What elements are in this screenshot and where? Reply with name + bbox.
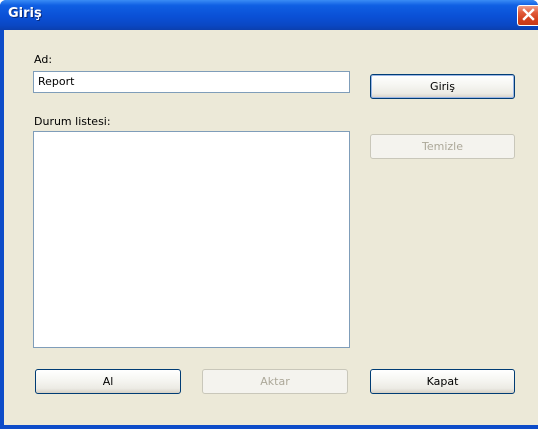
dialog-client-area: Ad: Report Durum listesi: Giriş Temizle … bbox=[4, 30, 538, 425]
title-bar[interactable]: Giriş bbox=[0, 0, 538, 30]
get-button[interactable]: Al bbox=[35, 369, 181, 394]
status-listbox[interactable] bbox=[33, 131, 350, 348]
transfer-button[interactable]: Aktar bbox=[202, 369, 348, 394]
name-label: Ad: bbox=[34, 53, 53, 66]
login-button[interactable]: Giriş bbox=[370, 74, 515, 99]
close-button[interactable]: Kapat bbox=[370, 369, 515, 394]
close-icon bbox=[521, 6, 535, 25]
status-list-label: Durum listesi: bbox=[34, 115, 111, 128]
window-title: Giriş bbox=[8, 6, 42, 21]
dialog-window: Giriş Ad: Report Durum listesi: Giriş Te… bbox=[0, 0, 538, 429]
name-input[interactable]: Report bbox=[33, 71, 350, 93]
close-window-button[interactable] bbox=[517, 5, 538, 26]
clear-button[interactable]: Temizle bbox=[370, 134, 515, 159]
